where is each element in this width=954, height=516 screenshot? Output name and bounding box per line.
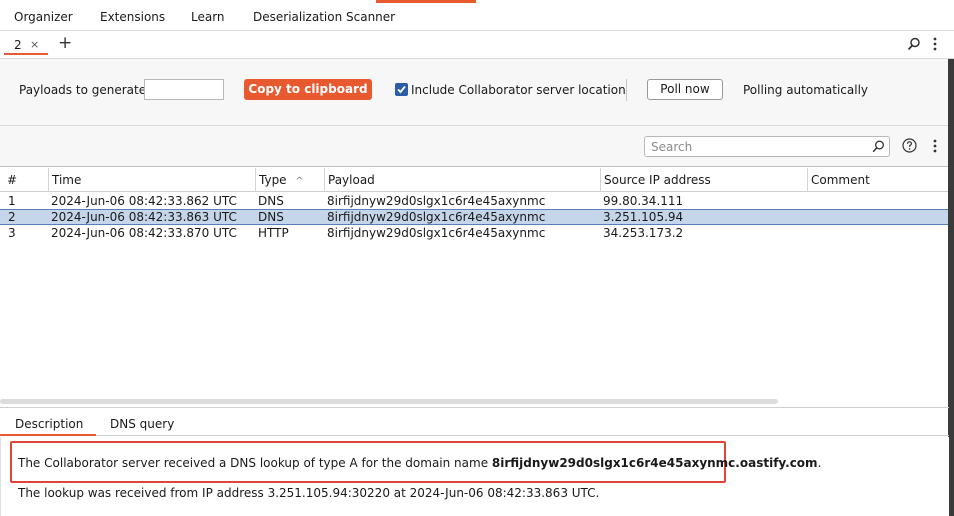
table-row-selected[interactable]: 2 2024-Jun-06 08:42:33.863 UTC DNS 8irfi… [0, 209, 949, 225]
search-input[interactable] [651, 139, 861, 154]
cell-type: DNS [258, 194, 284, 208]
payloads-to-generate-label: Payloads to generate: [19, 83, 151, 97]
active-tab-indicator [0, 434, 96, 436]
collaborator-controls: Payloads to generate: Copy to clipboard … [0, 59, 954, 126]
add-tab-icon[interactable]: + [58, 34, 72, 52]
menu-organizer[interactable]: Organizer [14, 10, 73, 24]
menu-deserialization-scanner[interactable]: Deserialization Scanner [253, 10, 395, 24]
divider [626, 79, 627, 101]
panel-splitter[interactable] [0, 407, 949, 410]
include-server-location-checkbox[interactable] [395, 83, 408, 96]
cell-number: 2 [8, 210, 16, 224]
cell-time: 2024-Jun-06 08:42:33.870 UTC [51, 226, 237, 240]
description-panel: The Collaborator server received a DNS l… [0, 437, 949, 516]
description-summary: The Collaborator server received a DNS l… [18, 456, 821, 470]
collaborator-tab-strip: 2 × + [0, 31, 954, 59]
search-field[interactable] [644, 136, 890, 157]
tab-description[interactable]: Description [15, 417, 83, 431]
more-vert-icon[interactable] [931, 37, 939, 54]
description-domain: 8irfijdnyw29d0slgx1c6r4e45axynmc.oastify… [491, 456, 818, 470]
column-header-type[interactable]: Type ^ [255, 168, 324, 192]
cell-source-ip: 3.251.105.94 [603, 210, 684, 224]
description-source: The lookup was received from IP address … [18, 486, 600, 500]
table-row[interactable]: 3 2024-Jun-06 08:42:33.870 UTC HTTP 8irf… [0, 225, 949, 241]
column-header-source-ip[interactable]: Source IP address [600, 168, 807, 192]
cell-payload: 8irfijdnyw29d0slgx1c6r4e45axynmc [327, 226, 546, 240]
payloads-count-input[interactable] [144, 79, 224, 100]
help-icon[interactable] [902, 138, 917, 156]
cell-number: 1 [8, 194, 16, 208]
description-suffix: . [817, 456, 822, 470]
include-server-location-label: Include Collaborator server location [411, 83, 626, 97]
active-tool-indicator [376, 0, 476, 3]
cell-number: 3 [8, 226, 16, 240]
filter-bar [0, 126, 954, 167]
column-header-payload[interactable]: Payload [324, 168, 600, 192]
menu-extensions[interactable]: Extensions [100, 10, 165, 24]
column-header-number[interactable]: # [4, 168, 48, 192]
column-header-type-label: Type [259, 173, 287, 187]
menu-learn[interactable]: Learn [191, 10, 225, 24]
tab-label: 2 [14, 38, 22, 52]
cell-time: 2024-Jun-06 08:42:33.862 UTC [51, 194, 237, 208]
horizontal-scrollbar[interactable] [0, 399, 778, 404]
search-icon[interactable] [907, 37, 921, 54]
poll-now-button[interactable]: Poll now [647, 79, 723, 100]
column-header-comment[interactable]: Comment [807, 168, 949, 192]
polling-status: Polling automatically [743, 83, 868, 97]
cell-source-ip: 34.253.173.2 [603, 226, 684, 240]
cell-payload: 8irfijdnyw29d0slgx1c6r4e45axynmc [327, 210, 546, 224]
sort-ascending-icon: ^ [295, 176, 304, 187]
cell-type: DNS [258, 210, 284, 224]
cell-source-ip: 99.80.34.111 [603, 194, 684, 208]
cell-time: 2024-Jun-06 08:42:33.863 UTC [51, 210, 237, 224]
interactions-table: # Time Type ^ Payload Source IP address … [0, 168, 949, 404]
cell-type: HTTP [258, 226, 289, 240]
search-icon[interactable] [872, 140, 885, 156]
description-prefix: The Collaborator server received a DNS l… [18, 456, 492, 470]
tab-close-icon[interactable]: × [30, 38, 39, 51]
cell-payload: 8irfijdnyw29d0slgx1c6r4e45axynmc [327, 194, 546, 208]
table-header: # Time Type ^ Payload Source IP address … [0, 168, 949, 192]
copy-to-clipboard-button[interactable]: Copy to clipboard [244, 79, 372, 100]
tab-dns-query[interactable]: DNS query [110, 417, 174, 431]
details-tabs: Description DNS query [0, 412, 949, 436]
more-vert-icon[interactable] [931, 139, 939, 156]
tab-2[interactable]: 2 × [4, 35, 48, 55]
top-menu-bar: Organizer Extensions Learn Deserializati… [0, 0, 954, 31]
table-row[interactable]: 1 2024-Jun-06 08:42:33.862 UTC DNS 8irfi… [0, 193, 949, 209]
column-header-time[interactable]: Time [48, 168, 255, 192]
